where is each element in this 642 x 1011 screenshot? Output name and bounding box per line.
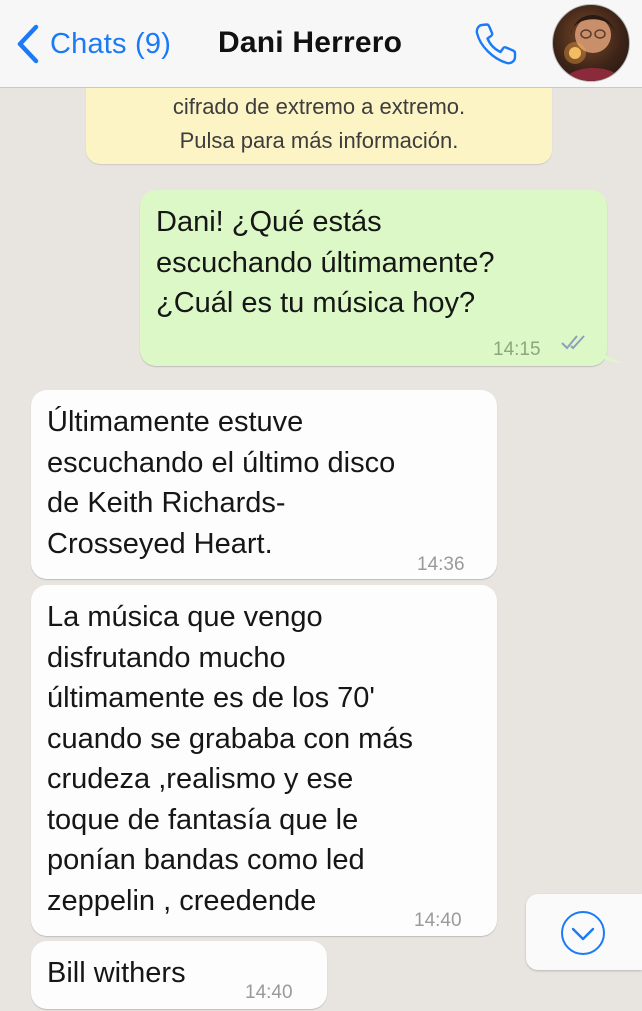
bubble-tail	[600, 344, 624, 363]
message-bubble-outgoing[interactable]: Dani! ¿Qué estás escuchando últimamente?…	[140, 190, 607, 366]
contact-name[interactable]: Dani Herrero	[218, 26, 402, 60]
chevron-left-icon	[17, 24, 39, 64]
phone-icon[interactable]	[472, 20, 522, 68]
avatar-photo	[563, 15, 623, 81]
message-time: 14:36	[417, 554, 465, 575]
message-time: 14:40	[414, 910, 462, 931]
message-text: La música que vengo disfrutando mucho úl…	[47, 601, 413, 917]
back-label: Chats (9)	[50, 27, 172, 60]
message-text: Últimamente estuve escuchando el último …	[47, 406, 396, 560]
message-time: 14:15	[493, 339, 541, 360]
contact-avatar[interactable]	[552, 4, 630, 82]
message-text: Dani! ¿Qué estás escuchando últimamente?…	[156, 206, 495, 319]
encryption-notice-line-2: Pulsa para más información.	[179, 128, 459, 153]
message-bubble-incoming[interactable]: Últimamente estuve escuchando el último …	[31, 390, 497, 579]
back-button[interactable]: Chats (9)	[14, 22, 171, 66]
scroll-to-bottom-button[interactable]	[526, 894, 642, 970]
chat-header: Chats (9) Dani Herrero	[0, 0, 642, 88]
double-check-icon	[561, 335, 585, 350]
message-bubble-incoming[interactable]: La música que vengo disfrutando mucho úl…	[31, 585, 497, 936]
message-bubble-incoming[interactable]: Bill withers 14:40	[31, 941, 327, 1009]
chevron-down-circle-icon	[561, 911, 605, 955]
message-time: 14:40	[245, 982, 293, 1003]
encryption-notice-line-1: cifrado de extremo a extremo.	[172, 94, 466, 119]
